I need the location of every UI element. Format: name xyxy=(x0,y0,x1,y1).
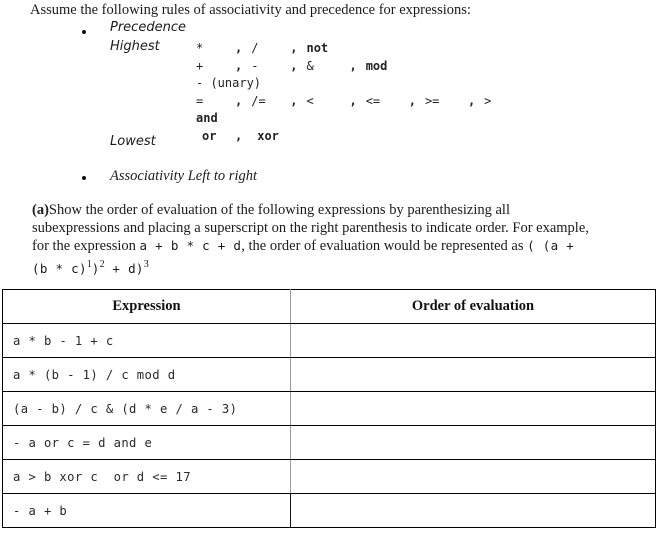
operator-or: or xyxy=(202,128,217,143)
operator-xor: xor xyxy=(257,128,279,143)
question-paragraph: (a)Show the order of evaluation of the f… xyxy=(32,202,597,278)
label-lowest: Lowest xyxy=(110,134,156,149)
operator-separator: , xyxy=(235,41,243,55)
order-cell[interactable] xyxy=(290,391,656,426)
result-tail: + d) xyxy=(104,260,144,276)
table-row: a * b - 1 + c xyxy=(2,323,656,358)
operator-equals: = xyxy=(196,93,204,108)
superscript-3: 3 xyxy=(143,258,149,270)
bullet-dot-precedence xyxy=(82,30,86,34)
table-row: (a - b) / c & (d * e / a - 3) xyxy=(2,391,656,426)
question-text-part2: , the order of evaluation would be repre… xyxy=(241,238,528,255)
label-highest: Highest xyxy=(110,39,160,54)
column-header-expression: Expression xyxy=(2,289,291,324)
result-mid: ) xyxy=(91,260,100,276)
operator-separator: , xyxy=(408,93,416,108)
operator-less-equal: <= xyxy=(365,93,381,108)
operator-not: not xyxy=(306,41,329,55)
operator-separator: , xyxy=(467,93,476,108)
operator-plus: + xyxy=(196,58,204,73)
column-header-order: Order of evaluation xyxy=(290,289,656,324)
precedence-row-2: + , - , & , mod xyxy=(196,58,491,76)
precedence-row-1: * , / , not xyxy=(196,40,491,58)
operator-separator: , xyxy=(290,93,298,108)
intro-sentence: Assume the following rules of associativ… xyxy=(30,2,471,18)
order-cell[interactable] xyxy=(290,323,656,358)
table-row: - a + b xyxy=(2,493,656,528)
operator-separator: , xyxy=(349,93,357,108)
label-associativity: Associativity Left to right xyxy=(110,168,258,184)
order-cell[interactable] xyxy=(290,357,656,392)
operator-separator: , xyxy=(349,58,357,73)
document-page: Assume the following rules of associativ… xyxy=(0,0,658,544)
order-cell[interactable] xyxy=(290,425,656,460)
question-marker: (a) xyxy=(32,202,49,218)
expression-cell: - a or c = d and e xyxy=(2,425,291,460)
operator-slash: / xyxy=(251,41,259,55)
label-precedence: Precedence xyxy=(110,20,186,35)
operator-less-than: < xyxy=(306,93,314,108)
operator-and: and xyxy=(196,111,218,125)
expression-cell: a * (b - 1) / c mod d xyxy=(2,357,291,392)
precedence-row-4: = , /= , < , <= , >= , > xyxy=(196,93,491,111)
example-expression: a + b * c + d xyxy=(139,238,242,254)
bullet-dot-associativity xyxy=(82,176,86,180)
operator-unary-minus: - (unary) xyxy=(196,76,262,90)
operator-mod: mod xyxy=(365,58,388,73)
order-cell[interactable] xyxy=(290,459,656,494)
precedence-row-5: and xyxy=(196,110,491,128)
precedence-row-6: or , xor xyxy=(196,128,491,146)
operator-ampersand: & xyxy=(306,58,314,73)
operator-separator: , xyxy=(235,93,243,108)
precedence-row-3: - (unary) xyxy=(196,75,491,93)
table-row: a > b xor c or d <= 17 xyxy=(2,459,656,494)
operator-star: * xyxy=(196,41,204,55)
operator-greater-equal: >= xyxy=(424,93,440,108)
operator-separator: , xyxy=(290,58,298,73)
table-header-row: Expression Order of evaluation xyxy=(2,289,656,324)
table-row: a * (b - 1) / c mod d xyxy=(2,357,656,392)
expression-cell: a > b xor c or d <= 17 xyxy=(2,459,291,494)
operator-minus: - xyxy=(251,58,259,73)
expression-cell: a * b - 1 + c xyxy=(2,323,291,358)
table-row: - a or c = d and e xyxy=(2,425,656,460)
operator-not-equals: /= xyxy=(251,93,266,108)
operator-greater-than: > xyxy=(484,93,492,108)
operator-separator: , xyxy=(235,58,243,73)
table-body: a * b - 1 + c a * (b - 1) / c mod d (a -… xyxy=(2,323,656,528)
order-cell[interactable] xyxy=(290,493,656,528)
expression-cell: - a + b xyxy=(2,493,291,528)
expression-cell: (a - b) / c & (d * e / a - 3) xyxy=(2,391,291,426)
evaluation-table: Expression Order of evaluation a * b - 1… xyxy=(2,289,656,528)
precedence-operator-table: * , / , not + , - , & , mod - (unary) = … xyxy=(196,40,491,145)
operator-separator: , xyxy=(235,128,243,143)
operator-separator: , xyxy=(290,41,298,55)
